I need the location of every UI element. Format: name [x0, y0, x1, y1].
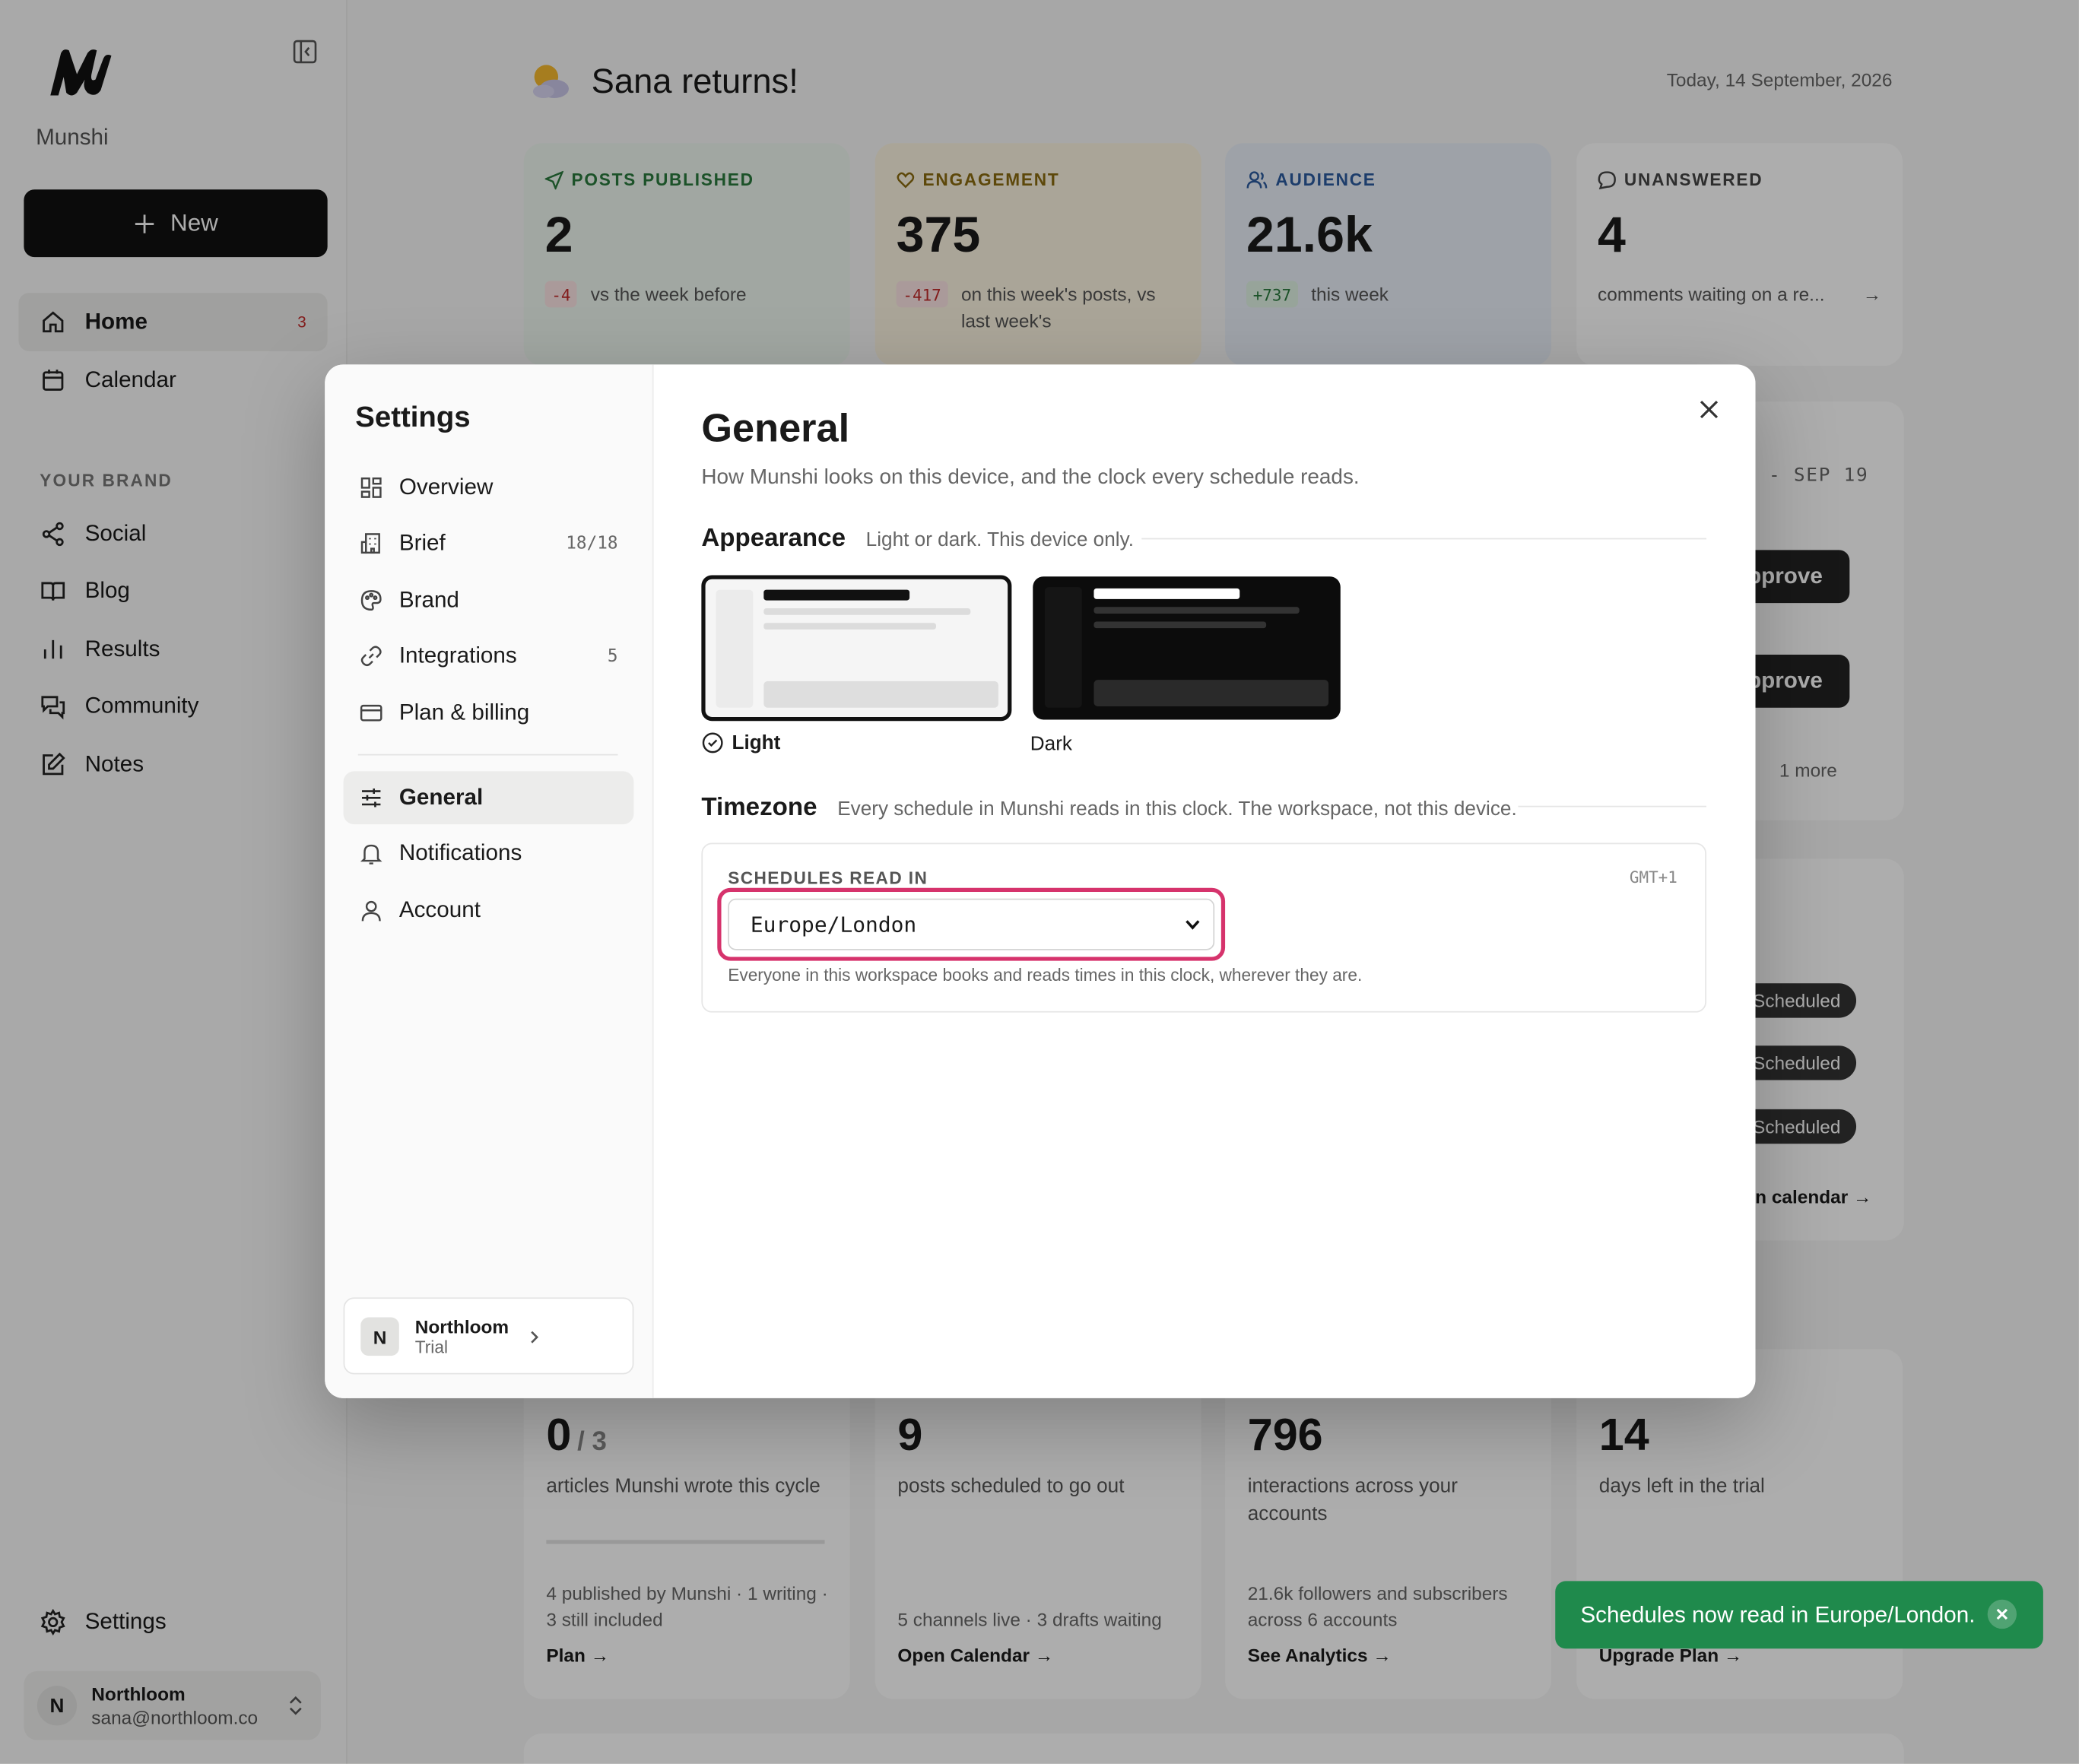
toast: Schedules now read in Europe/London.	[1555, 1581, 2043, 1649]
settings-item-plan-billing[interactable]: Plan & billing	[344, 687, 634, 740]
appearance-heading: Appearance Light or dark. This device on…	[701, 525, 1134, 554]
divider	[357, 754, 618, 756]
grid-icon	[360, 477, 382, 498]
workspace-plan: Trial	[414, 1337, 448, 1357]
settings-modal: Settings Overview Brief 18/18 Brand Inte…	[325, 364, 1756, 1398]
link-icon	[360, 646, 382, 666]
field-label: SCHEDULES READ IN	[728, 868, 928, 888]
theme-light-label: Light	[701, 731, 780, 754]
toast-message: Schedules now read in Europe/London.	[1580, 1601, 1976, 1627]
timezone-help: Everyone in this workspace books and rea…	[728, 964, 1363, 985]
settings-item-brand[interactable]: Brand	[344, 574, 634, 627]
timezone-card: SCHEDULES READ IN GMT+1 Europe/London Ev…	[701, 842, 1707, 1013]
page-title: General	[701, 407, 850, 451]
chevron-right-icon	[531, 1331, 539, 1344]
settings-item-overview[interactable]: Overview	[344, 462, 634, 515]
check-circle-icon	[702, 732, 723, 754]
building-icon	[360, 533, 380, 554]
chevron-down-icon	[1186, 920, 1200, 930]
timezone-value: Europe/London	[750, 912, 917, 938]
settings-item-label: Account	[398, 897, 481, 923]
settings-item-account[interactable]: Account	[344, 884, 634, 938]
timezone-heading: Timezone Every schedule in Munshi reads …	[701, 794, 1516, 823]
settings-content: General How Munshi looks on this device,…	[654, 364, 1756, 1398]
theme-option-dark[interactable]	[1033, 576, 1341, 720]
gmt-offset: GMT+1	[1629, 868, 1677, 887]
settings-item-brief[interactable]: Brief 18/18	[344, 517, 634, 570]
settings-item-label: Integrations	[398, 642, 517, 668]
settings-item-label: General	[398, 784, 484, 810]
bell-icon	[360, 844, 382, 865]
settings-item-label: Plan & billing	[398, 700, 530, 725]
section-rule	[1141, 538, 1707, 540]
integrations-count: 5	[607, 646, 618, 666]
user-icon	[361, 900, 381, 922]
workspace-switcher[interactable]: N Northloom Trial	[343, 1297, 634, 1375]
theme-dark-label: Dark	[1030, 732, 1073, 756]
settings-item-general[interactable]: General	[343, 771, 634, 825]
credit-card-icon	[360, 704, 382, 722]
section-rule	[1518, 805, 1707, 807]
palette-icon	[360, 590, 382, 611]
timezone-subtitle: Every schedule in Munshi reads in this c…	[837, 798, 1517, 820]
settings-item-notifications[interactable]: Notifications	[344, 827, 634, 880]
toast-close-icon[interactable]	[1987, 1599, 2017, 1629]
settings-item-label: Notifications	[398, 840, 522, 866]
settings-item-label: Brand	[398, 587, 459, 613]
workspace-avatar: N	[360, 1317, 399, 1356]
settings-title: Settings	[355, 400, 471, 433]
settings-item-label: Brief	[398, 530, 446, 556]
timezone-select[interactable]: Europe/London	[728, 898, 1215, 950]
workspace-name: Northloom	[414, 1315, 509, 1337]
close-icon[interactable]	[1696, 396, 1722, 423]
sliders-icon	[362, 788, 381, 807]
settings-item-integrations[interactable]: Integrations 5	[344, 630, 634, 683]
appearance-title: Appearance	[701, 525, 846, 553]
light-label: Light	[732, 731, 781, 754]
settings-item-label: Overview	[398, 474, 494, 500]
timezone-select-focus-ring: Europe/London	[717, 887, 1226, 961]
appearance-subtitle: Light or dark. This device only.	[865, 528, 1134, 552]
brief-count: 18/18	[566, 533, 618, 554]
settings-sidebar: Settings Overview Brief 18/18 Brand Inte…	[325, 364, 654, 1398]
timezone-title: Timezone	[701, 794, 817, 822]
page-description: How Munshi looks on this device, and the…	[701, 466, 1360, 490]
theme-option-light[interactable]	[701, 575, 1012, 722]
